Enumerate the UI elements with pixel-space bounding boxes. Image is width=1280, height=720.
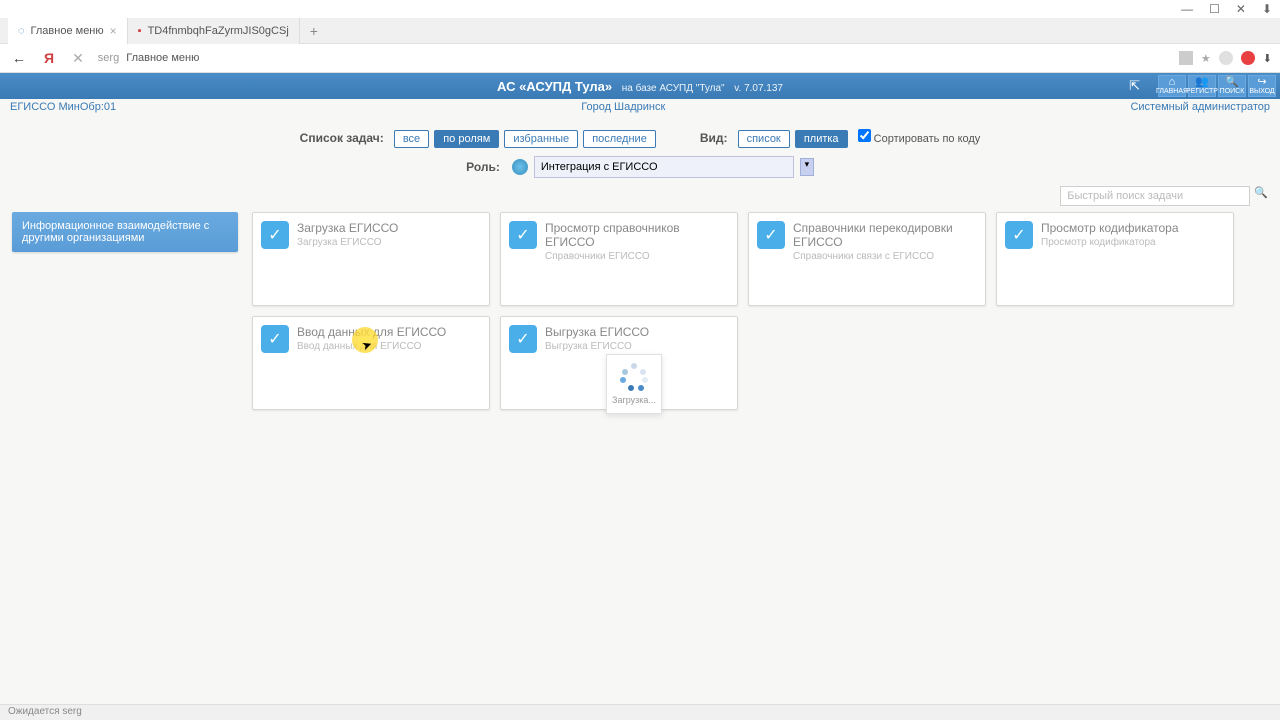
sort-checkbox[interactable]: Сортировать по коду (858, 133, 981, 145)
tile-title: Выгрузка ЕГИССО (545, 325, 729, 339)
browser-tab-1[interactable]: ◌ Главное меню × (8, 18, 128, 44)
tile-sub: Выгрузка ЕГИССО (545, 341, 729, 352)
nav-registry-button[interactable]: 👥РЕГИСТР (1188, 75, 1216, 97)
app-header: АС «АСУПД Тула» на базе АСУПД "Тула" v. … (0, 73, 1280, 99)
shield-icon[interactable] (1219, 51, 1233, 65)
filter-area: Список задач: все по ролям избранные пос… (0, 115, 1280, 186)
tile-title: Просмотр справочников ЕГИССО (545, 221, 729, 249)
tab-title: Главное меню (31, 25, 104, 37)
search-row: Быстрый поиск задачи 🔍 (0, 186, 1280, 212)
city-label: Город Шадринск (581, 101, 665, 113)
status-bar: Ожидается serg (0, 704, 1280, 720)
tile-view-refs[interactable]: ✓ Просмотр справочников ЕГИССО Справочник… (500, 212, 738, 306)
nav-home-button[interactable]: ⌂ГЛАВНАЯ (1158, 75, 1186, 97)
check-icon: ✓ (509, 221, 537, 249)
role-row: Роль: Интеграция с ЕГИССО ▾ (0, 156, 1280, 178)
tile-title: Загрузка ЕГИССО (297, 221, 481, 235)
filter-all[interactable]: все (394, 130, 429, 148)
nav-search-button[interactable]: 🔍ПОИСК (1218, 75, 1246, 97)
tile-title: Просмотр кодификатора (1041, 221, 1225, 235)
sidebar-category[interactable]: Информационное взаимодействие с другими … (12, 212, 238, 252)
search-placeholder: Быстрый поиск задачи (1067, 190, 1243, 202)
address-bar: ← Я ✕ serg Главное меню ★ ⬇ (0, 44, 1280, 72)
task-list-label: Список задач: (300, 131, 384, 145)
extension-icon[interactable] (1179, 51, 1193, 65)
address-right-icons: ★ ⬇ (1179, 51, 1272, 65)
check-icon: ✓ (509, 325, 537, 353)
address-input[interactable]: serg Главное меню (98, 52, 1169, 64)
user-role-label: Системный администратор (1130, 101, 1270, 113)
filter-by-role[interactable]: по ролям (434, 130, 499, 148)
tile-sub: Просмотр кодификатора (1041, 237, 1225, 248)
app-version: v. 7.07.137 (734, 83, 783, 94)
tile-grid: ✓ Загрузка ЕГИССО Загрузка ЕГИССО ✓ Просм… (252, 212, 1262, 410)
tab-bar: ◌ Главное меню × ▪ TD4fnmbqhFaZyrmJIS0gC… (0, 18, 1280, 44)
role-value: Интеграция с ЕГИССО (541, 161, 658, 173)
tile-title: Справочники перекодировки ЕГИССО (793, 221, 977, 249)
globe-icon (512, 159, 528, 175)
download-button[interactable]: ⬇ (1262, 2, 1272, 16)
search-input[interactable]: Быстрый поиск задачи (1060, 186, 1250, 206)
app-title: АС «АСУПД Тула» на базе АСУПД "Тула" v. … (497, 79, 783, 94)
yandex-button[interactable]: Я (40, 50, 58, 66)
tile-title: Ввод данных для ЕГИССО (297, 325, 481, 339)
task-filter-row: Список задач: все по ролям избранные пос… (0, 129, 1280, 148)
sub-header: ЕГИССО МинОбр:01 Город Шадринск Системны… (0, 99, 1280, 115)
tile-input-data[interactable]: ✓ Ввод данных для ЕГИССО Ввод данных для … (252, 316, 490, 410)
spinner-icon (620, 363, 648, 391)
filter-recent[interactable]: последние (583, 130, 656, 148)
app-title-main: АС «АСУПД Тула» (497, 79, 612, 94)
favorite-icon[interactable]: ★ (1201, 52, 1211, 65)
filter-favorites[interactable]: избранные (504, 130, 578, 148)
pdf-icon: ▪ (138, 25, 142, 37)
loading-overlay: Загрузка... (606, 354, 662, 414)
role-label: Роль: (466, 160, 500, 174)
check-icon: ✓ (261, 325, 289, 353)
new-tab-button[interactable]: + (300, 23, 328, 39)
profile-icon[interactable] (1241, 51, 1255, 65)
nav-exit-button[interactable]: ↪ВЫХОД (1248, 75, 1276, 97)
maximize-button[interactable]: ☐ (1209, 2, 1220, 16)
back-button[interactable]: ← (8, 50, 30, 66)
stop-button[interactable]: ✕ (68, 50, 88, 67)
header-nav: ⌂ГЛАВНАЯ 👥РЕГИСТР 🔍ПОИСК ↪ВЫХОД (1158, 75, 1276, 97)
role-dropdown-button[interactable]: ▾ (800, 158, 814, 176)
org-label: ЕГИССО МинОбр:01 (10, 101, 116, 113)
tile-load-egisso[interactable]: ✓ Загрузка ЕГИССО Загрузка ЕГИССО (252, 212, 490, 306)
view-label: Вид: (700, 131, 728, 145)
tab-close-icon[interactable]: × (110, 24, 117, 38)
tile-sub: Справочники связи с ЕГИССО (793, 251, 977, 262)
tile-sub: Ввод данных для ЕГИССО (297, 341, 481, 352)
loading-icon: ◌ (18, 25, 25, 37)
window-controls: — ☐ ✕ ⬇ (0, 0, 1280, 18)
tile-view-codifier[interactable]: ✓ Просмотр кодификатора Просмотр кодифика… (996, 212, 1234, 306)
tile-sub: Загрузка ЕГИССО (297, 237, 481, 248)
app-title-sub: на базе АСУПД "Тула" (622, 83, 725, 94)
browser-chrome: — ☐ ✕ ⬇ ◌ Главное меню × ▪ TD4fnmbqhFaZy… (0, 0, 1280, 73)
loading-text: Загрузка... (612, 395, 656, 405)
browser-tab-2[interactable]: ▪ TD4fnmbqhFaZyrmJIS0gCSj (128, 18, 300, 44)
close-button[interactable]: ✕ (1236, 2, 1246, 16)
tile-recoding-refs[interactable]: ✓ Справочники перекодировки ЕГИССО Справо… (748, 212, 986, 306)
downloads-icon[interactable]: ⬇ (1263, 52, 1272, 65)
view-tile[interactable]: плитка (795, 130, 848, 148)
minimize-button[interactable]: — (1181, 2, 1193, 16)
popout-icon[interactable]: ⇱ (1129, 78, 1140, 94)
check-icon: ✓ (1005, 221, 1033, 249)
role-select[interactable]: Интеграция с ЕГИССО (534, 156, 794, 178)
tab-title: TD4fnmbqhFaZyrmJIS0gCSj (148, 25, 289, 37)
view-list[interactable]: список (738, 130, 790, 148)
check-icon: ✓ (261, 221, 289, 249)
tile-sub: Справочники ЕГИССО (545, 251, 729, 262)
search-icon[interactable]: 🔍 (1254, 186, 1268, 206)
check-icon: ✓ (757, 221, 785, 249)
